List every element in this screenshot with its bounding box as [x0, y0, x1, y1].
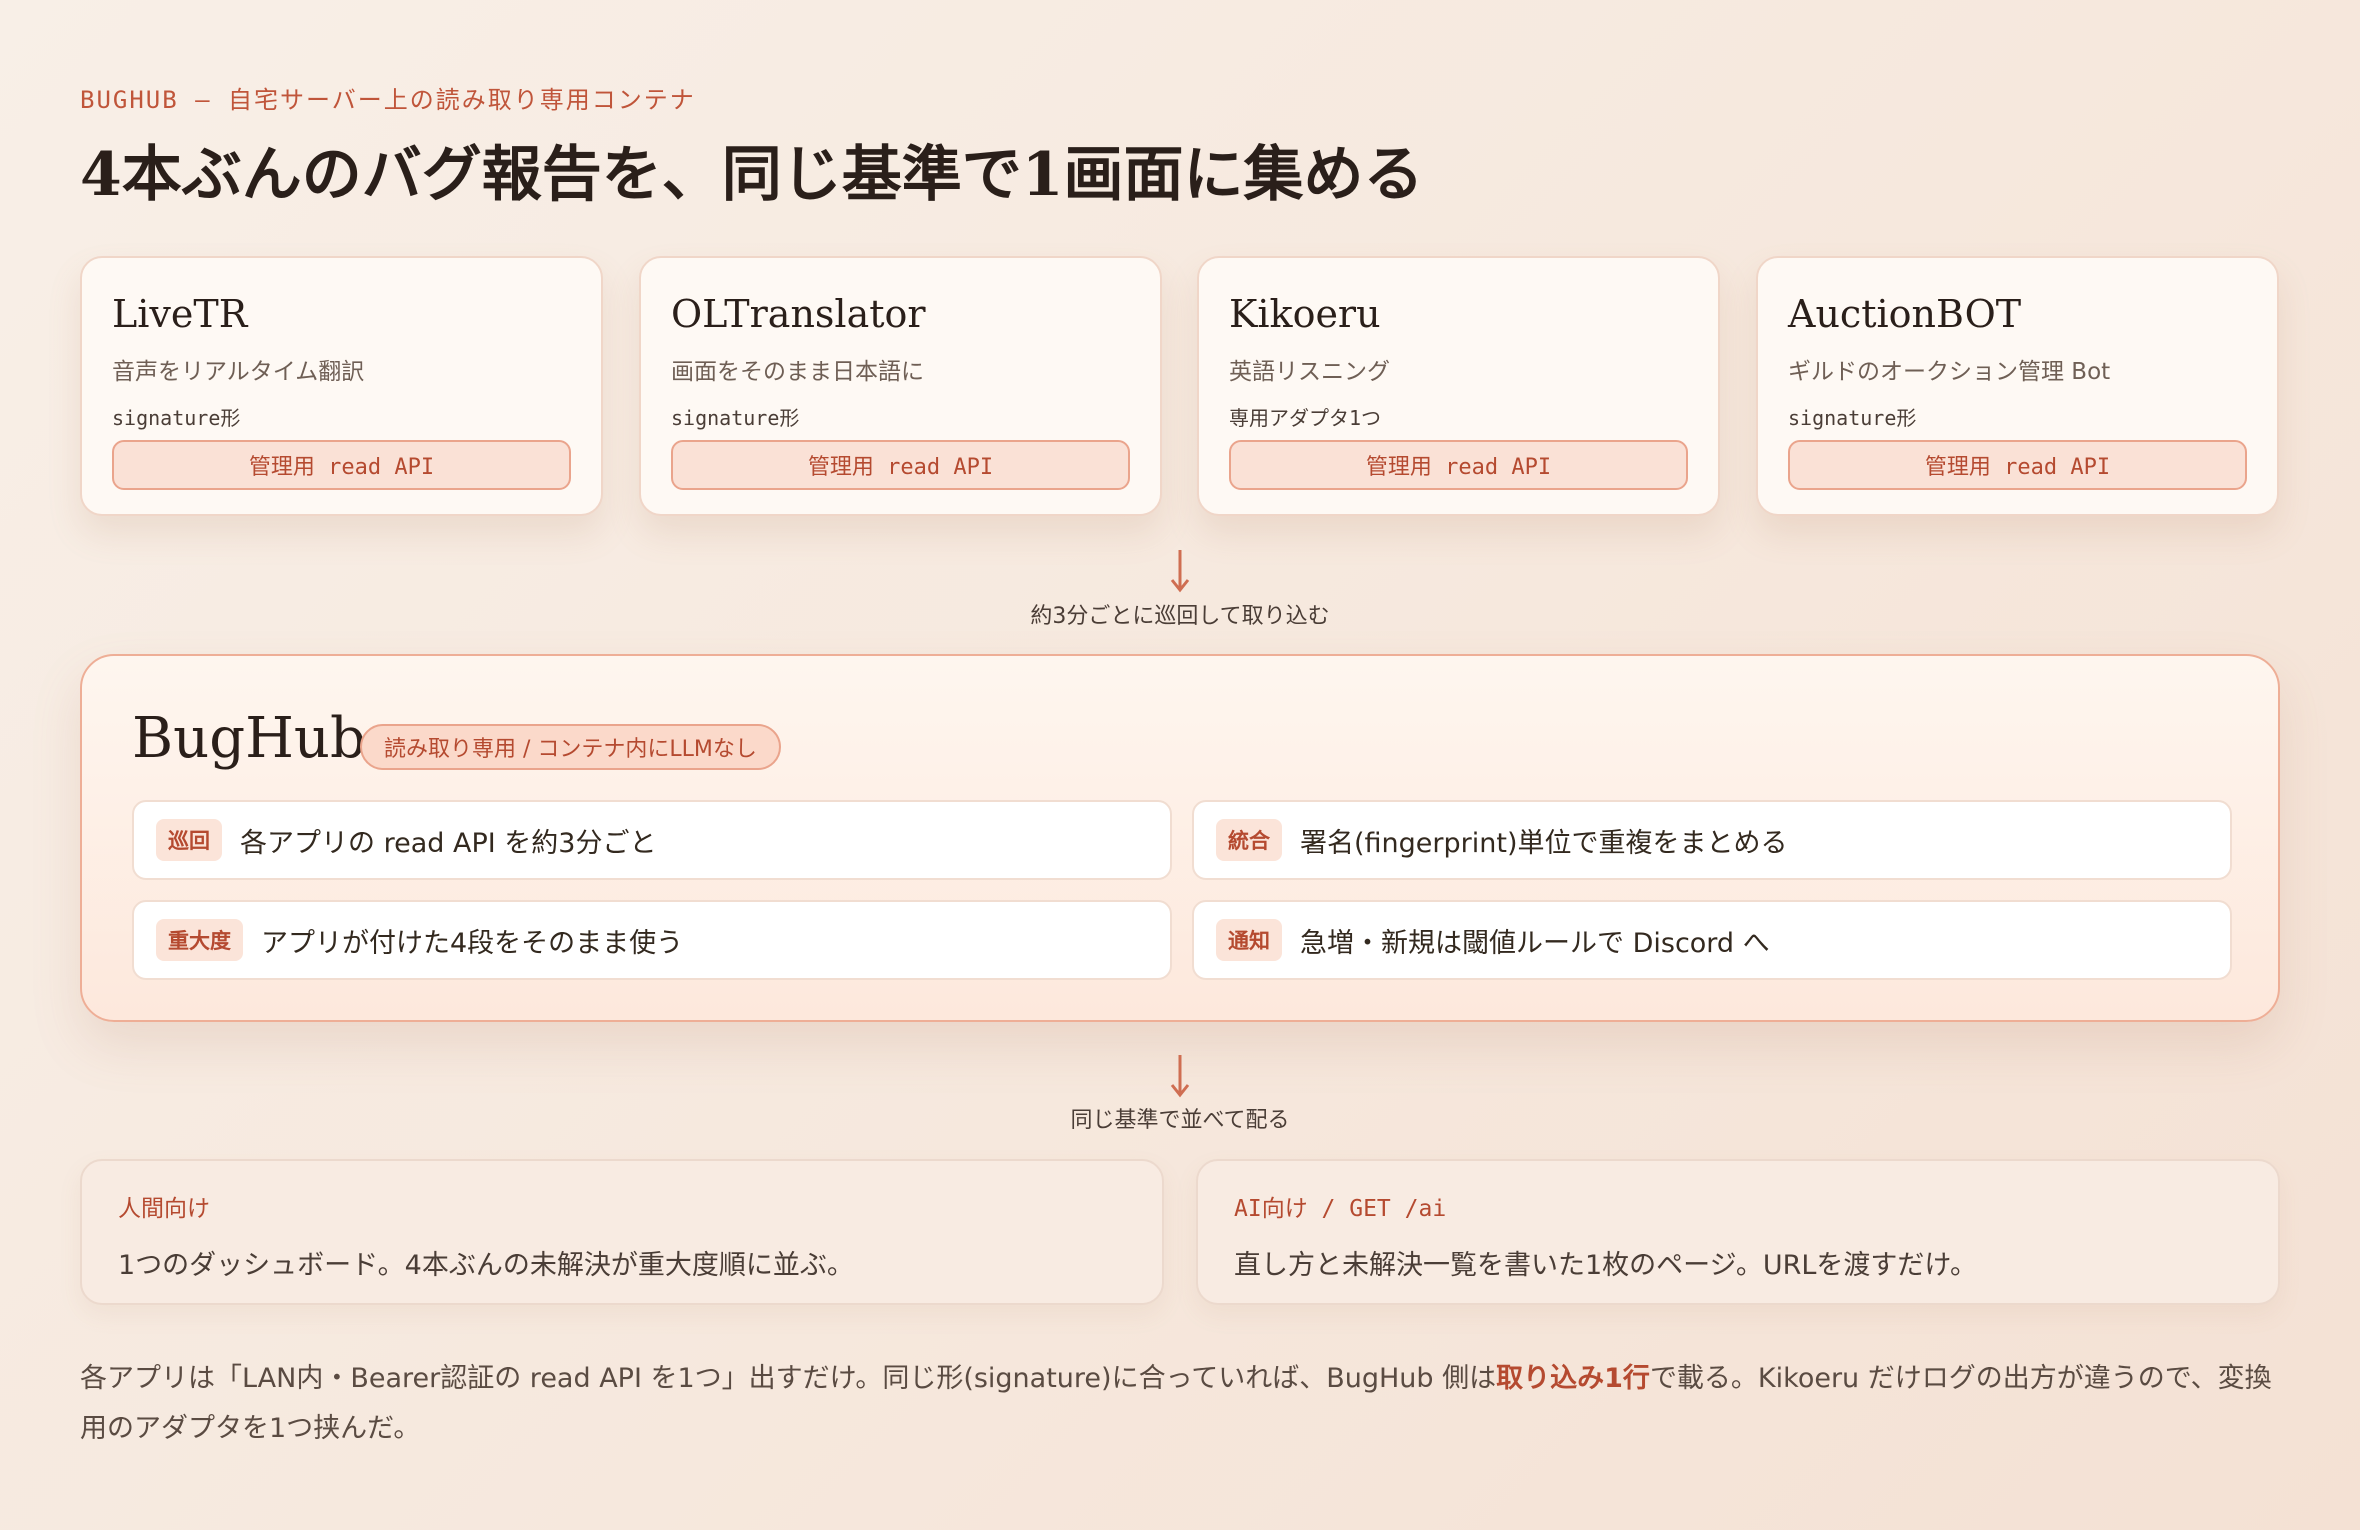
footnote-emphasis: 取り込み1行 — [1496, 1363, 1650, 1394]
distribute-flow-label: 同じ基準で並べて配る — [1070, 1108, 1290, 1133]
app-format-tag: signature形 — [671, 406, 800, 430]
app-name: LiveTR — [112, 292, 248, 336]
feature-text: 各アプリの read API を約3分ごと — [240, 827, 657, 859]
app-format-tag: signature形 — [112, 406, 241, 430]
feature-tag: 巡回 — [156, 819, 222, 861]
read-api-button[interactable]: 管理用 read API — [671, 440, 1130, 490]
ingest-flow-label: 約3分ごとに巡回して取り込む — [1030, 604, 1330, 629]
output-card-human: 人間向け 1つのダッシュボード。4本ぶんの未解決が重大度順に並ぶ。 — [80, 1159, 1164, 1305]
feature-text: アプリが付けた4段をそのまま使う — [261, 927, 684, 959]
app-description: ギルドのオークション管理 Bot — [1788, 359, 2111, 385]
read-api-button[interactable]: 管理用 read API — [112, 440, 571, 490]
app-name: Kikoeru — [1229, 292, 1381, 336]
footnote-text: 各アプリは「LAN内・Bearer認証の read API を1つ」出すだけ。同… — [80, 1363, 1497, 1394]
app-card-auctionbot: AuctionBOT ギルドのオークション管理 Bot signature形 管… — [1756, 256, 2279, 516]
feature-notify: 通知 急増・新規は閾値ルールで Discord へ — [1192, 900, 2232, 980]
feature-tag: 通知 — [1216, 919, 1282, 961]
app-name: OLTranslator — [671, 292, 926, 336]
app-description: 英語リスニング — [1229, 359, 1390, 385]
feature-text: 署名(fingerprint)単位で重複をまとめる — [1300, 827, 1788, 859]
bughub-panel: BugHub 読み取り専用 / コンテナ内にLLMなし 巡回 各アプリの rea… — [80, 654, 2280, 1022]
app-description: 画面をそのまま日本語に — [671, 359, 924, 385]
app-format-tag: 専用アダプタ1つ — [1229, 406, 1382, 430]
feature-merge: 統合 署名(fingerprint)単位で重複をまとめる — [1192, 800, 2232, 880]
feature-tag: 統合 — [1216, 819, 1282, 861]
output-label: AI向け / GET /ai — [1234, 1196, 1447, 1222]
app-sources: LiveTR 音声をリアルタイム翻訳 signature形 管理用 read A… — [80, 256, 2279, 516]
hub-title: BugHub — [132, 706, 366, 771]
readonly-badge: 読み取り専用 / コンテナ内にLLMなし — [360, 724, 781, 770]
down-arrow-icon — [1170, 1055, 1190, 1098]
output-label: 人間向け — [118, 1196, 210, 1222]
output-text: 直し方と未解決一覧を書いた1枚のページ。URLを渡すだけ。 — [1234, 1250, 1978, 1281]
feature-tag: 重大度 — [156, 919, 243, 961]
feature-polling: 巡回 各アプリの read API を約3分ごと — [132, 800, 1172, 880]
app-description: 音声をリアルタイム翻訳 — [112, 359, 365, 385]
eyebrow-label: BUGHUB — 自宅サーバー上の読み取り専用コンテナ — [80, 86, 696, 114]
down-arrow-icon — [1170, 550, 1190, 593]
output-card-ai: AI向け / GET /ai 直し方と未解決一覧を書いた1枚のページ。URLを渡… — [1196, 1159, 2280, 1305]
app-format-tag: signature形 — [1788, 406, 1917, 430]
feature-text: 急増・新規は閾値ルールで Discord へ — [1300, 927, 1770, 959]
read-api-button[interactable]: 管理用 read API — [1788, 440, 2247, 490]
app-card-oltranslator: OLTranslator 画面をそのまま日本語に signature形 管理用 … — [639, 256, 1162, 516]
app-card-kikoeru: Kikoeru 英語リスニング 専用アダプタ1つ 管理用 read API — [1197, 256, 1720, 516]
app-card-livetr: LiveTR 音声をリアルタイム翻訳 signature形 管理用 read A… — [80, 256, 603, 516]
feature-severity: 重大度 アプリが付けた4段をそのまま使う — [132, 900, 1172, 980]
footnote: 各アプリは「LAN内・Bearer認証の read API を1つ」出すだけ。同… — [80, 1354, 2280, 1454]
output-text: 1つのダッシュボード。4本ぶんの未解決が重大度順に並ぶ。 — [118, 1250, 854, 1281]
app-name: AuctionBOT — [1788, 292, 2022, 336]
read-api-button[interactable]: 管理用 read API — [1229, 440, 1688, 490]
page-title: 4本ぶんのバグ報告を、同じ基準で1画面に集める — [80, 140, 1424, 210]
